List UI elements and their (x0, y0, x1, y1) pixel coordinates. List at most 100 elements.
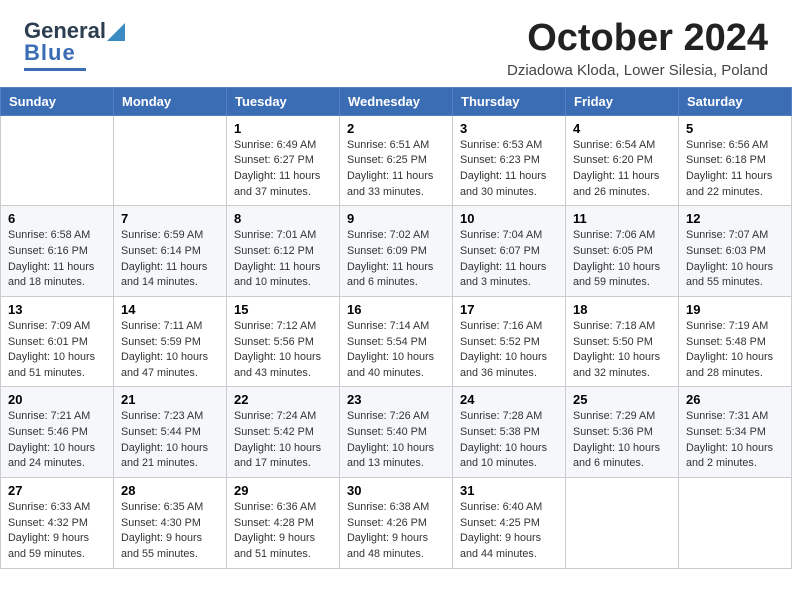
cell-w2d6: 11Sunrise: 7:06 AM Sunset: 6:05 PM Dayli… (566, 206, 679, 297)
cell-w4d2: 21 Sunrise: 7:23 AM Sunset: 5:44 PM Dayli… (114, 387, 227, 478)
day-info: Sunrise: 7:06 AM Sunset: 6:05 PM Dayligh… (573, 228, 671, 291)
day-info: Sunrise: 6:49 AM Sunset: 6:27 PM Dayligh… (234, 138, 332, 201)
cell-w1d7: 5 Sunrise: 6:56 AM Sunset: 6:18 PM Daylig… (679, 115, 792, 206)
day-number: 26 (686, 392, 784, 407)
day-number: 4 (573, 121, 671, 136)
day-number: 12 (686, 211, 784, 226)
cell-w4d6: 25Sunrise: 7:29 AM Sunset: 5:36 PM Dayli… (566, 387, 679, 478)
cell-w4d3: 22 Sunrise: 7:24 AM Sunset: 5:42 PM Dayli… (227, 387, 340, 478)
cell-w2d2: 7 Sunrise: 6:59 AM Sunset: 6:14 PM Daylig… (114, 206, 227, 297)
day-number: 21 (121, 392, 219, 407)
day-info: Sunrise: 6:33 AM Sunset: 4:32 PM Dayligh… (8, 500, 106, 563)
cell-w1d2 (114, 115, 227, 206)
day-info: Sunrise: 7:11 AM Sunset: 5:59 PM Dayligh… (121, 319, 219, 382)
week-row-4: 20Sunrise: 7:21 AM Sunset: 5:46 PM Dayli… (1, 387, 792, 478)
cell-w2d4: 9 Sunrise: 7:02 AM Sunset: 6:09 PM Daylig… (340, 206, 453, 297)
day-number: 18 (573, 302, 671, 317)
day-info: Sunrise: 6:36 AM Sunset: 4:28 PM Dayligh… (234, 500, 332, 563)
col-monday: Monday (114, 87, 227, 115)
day-info: Sunrise: 6:40 AM Sunset: 4:25 PM Dayligh… (460, 500, 558, 563)
cell-w3d3: 15 Sunrise: 7:12 AM Sunset: 5:56 PM Dayli… (227, 296, 340, 387)
cell-w4d4: 23 Sunrise: 7:26 AM Sunset: 5:40 PM Dayli… (340, 387, 453, 478)
calendar-table: Sunday Monday Tuesday Wednesday Thursday… (0, 87, 792, 569)
day-number: 20 (8, 392, 106, 407)
month-title: October 2024 (507, 18, 768, 60)
cell-w5d5: 31Sunrise: 6:40 AM Sunset: 4:25 PM Dayli… (453, 478, 566, 569)
day-number: 22 (234, 392, 332, 407)
cell-w3d2: 14 Sunrise: 7:11 AM Sunset: 5:59 PM Dayli… (114, 296, 227, 387)
day-number: 9 (347, 211, 445, 226)
week-row-1: 1 Sunrise: 6:49 AM Sunset: 6:27 PM Daylig… (1, 115, 792, 206)
day-info: Sunrise: 7:07 AM Sunset: 6:03 PM Dayligh… (686, 228, 784, 291)
cell-w2d3: 8 Sunrise: 7:01 AM Sunset: 6:12 PM Daylig… (227, 206, 340, 297)
day-number: 15 (234, 302, 332, 317)
cell-w3d5: 17Sunrise: 7:16 AM Sunset: 5:52 PM Dayli… (453, 296, 566, 387)
cell-w5d1: 27 Sunrise: 6:33 AM Sunset: 4:32 PM Dayli… (1, 478, 114, 569)
page-header: General Blue October 2024 Dziadowa Kloda… (0, 0, 792, 87)
day-info: Sunrise: 6:54 AM Sunset: 6:20 PM Dayligh… (573, 138, 671, 201)
day-number: 6 (8, 211, 106, 226)
day-number: 28 (121, 483, 219, 498)
day-number: 5 (686, 121, 784, 136)
day-number: 3 (460, 121, 558, 136)
day-number: 30 (347, 483, 445, 498)
day-info: Sunrise: 7:26 AM Sunset: 5:40 PM Dayligh… (347, 409, 445, 472)
cell-w3d7: 19Sunrise: 7:19 AM Sunset: 5:48 PM Dayli… (679, 296, 792, 387)
day-info: Sunrise: 7:24 AM Sunset: 5:42 PM Dayligh… (234, 409, 332, 472)
cell-w3d6: 18 Sunrise: 7:18 AM Sunset: 5:50 PM Dayli… (566, 296, 679, 387)
cell-w1d5: 3Sunrise: 6:53 AM Sunset: 6:23 PM Daylig… (453, 115, 566, 206)
day-info: Sunrise: 7:02 AM Sunset: 6:09 PM Dayligh… (347, 228, 445, 291)
day-info: Sunrise: 7:31 AM Sunset: 5:34 PM Dayligh… (686, 409, 784, 472)
day-info: Sunrise: 7:28 AM Sunset: 5:38 PM Dayligh… (460, 409, 558, 472)
cell-w1d3: 1 Sunrise: 6:49 AM Sunset: 6:27 PM Daylig… (227, 115, 340, 206)
day-number: 1 (234, 121, 332, 136)
cell-w1d4: 2 Sunrise: 6:51 AM Sunset: 6:25 PM Daylig… (340, 115, 453, 206)
location: Dziadowa Kloda, Lower Silesia, Poland (507, 62, 768, 79)
cell-w4d1: 20Sunrise: 7:21 AM Sunset: 5:46 PM Dayli… (1, 387, 114, 478)
day-info: Sunrise: 6:56 AM Sunset: 6:18 PM Dayligh… (686, 138, 784, 201)
cell-w3d1: 13 Sunrise: 7:09 AM Sunset: 6:01 PM Dayli… (1, 296, 114, 387)
day-info: Sunrise: 7:23 AM Sunset: 5:44 PM Dayligh… (121, 409, 219, 472)
cell-w2d1: 6Sunrise: 6:58 AM Sunset: 6:16 PM Daylig… (1, 206, 114, 297)
day-number: 14 (121, 302, 219, 317)
day-info: Sunrise: 7:12 AM Sunset: 5:56 PM Dayligh… (234, 319, 332, 382)
day-info: Sunrise: 6:59 AM Sunset: 6:14 PM Dayligh… (121, 228, 219, 291)
day-info: Sunrise: 7:04 AM Sunset: 6:07 PM Dayligh… (460, 228, 558, 291)
cell-w4d7: 26 Sunrise: 7:31 AM Sunset: 5:34 PM Dayli… (679, 387, 792, 478)
col-tuesday: Tuesday (227, 87, 340, 115)
header-row: Sunday Monday Tuesday Wednesday Thursday… (1, 87, 792, 115)
col-saturday: Saturday (679, 87, 792, 115)
week-row-5: 27 Sunrise: 6:33 AM Sunset: 4:32 PM Dayli… (1, 478, 792, 569)
day-info: Sunrise: 7:01 AM Sunset: 6:12 PM Dayligh… (234, 228, 332, 291)
day-info: Sunrise: 7:14 AM Sunset: 5:54 PM Dayligh… (347, 319, 445, 382)
col-sunday: Sunday (1, 87, 114, 115)
logo-blue: Blue (24, 40, 76, 66)
col-thursday: Thursday (453, 87, 566, 115)
cell-w5d3: 29 Sunrise: 6:36 AM Sunset: 4:28 PM Dayli… (227, 478, 340, 569)
cell-w5d6 (566, 478, 679, 569)
day-number: 23 (347, 392, 445, 407)
day-number: 2 (347, 121, 445, 136)
col-friday: Friday (566, 87, 679, 115)
day-info: Sunrise: 6:51 AM Sunset: 6:25 PM Dayligh… (347, 138, 445, 201)
day-info: Sunrise: 6:35 AM Sunset: 4:30 PM Dayligh… (121, 500, 219, 563)
day-number: 8 (234, 211, 332, 226)
day-number: 27 (8, 483, 106, 498)
day-number: 16 (347, 302, 445, 317)
day-number: 17 (460, 302, 558, 317)
title-block: October 2024 Dziadowa Kloda, Lower Siles… (507, 18, 768, 79)
logo-icon (107, 19, 125, 41)
week-row-3: 13 Sunrise: 7:09 AM Sunset: 6:01 PM Dayli… (1, 296, 792, 387)
day-number: 29 (234, 483, 332, 498)
day-number: 13 (8, 302, 106, 317)
day-info: Sunrise: 6:38 AM Sunset: 4:26 PM Dayligh… (347, 500, 445, 563)
day-number: 25 (573, 392, 671, 407)
day-info: Sunrise: 7:18 AM Sunset: 5:50 PM Dayligh… (573, 319, 671, 382)
cell-w1d6: 4 Sunrise: 6:54 AM Sunset: 6:20 PM Daylig… (566, 115, 679, 206)
cell-w2d5: 10Sunrise: 7:04 AM Sunset: 6:07 PM Dayli… (453, 206, 566, 297)
cell-w4d5: 24Sunrise: 7:28 AM Sunset: 5:38 PM Dayli… (453, 387, 566, 478)
day-info: Sunrise: 7:09 AM Sunset: 6:01 PM Dayligh… (8, 319, 106, 382)
day-number: 19 (686, 302, 784, 317)
cell-w1d1 (1, 115, 114, 206)
day-number: 7 (121, 211, 219, 226)
